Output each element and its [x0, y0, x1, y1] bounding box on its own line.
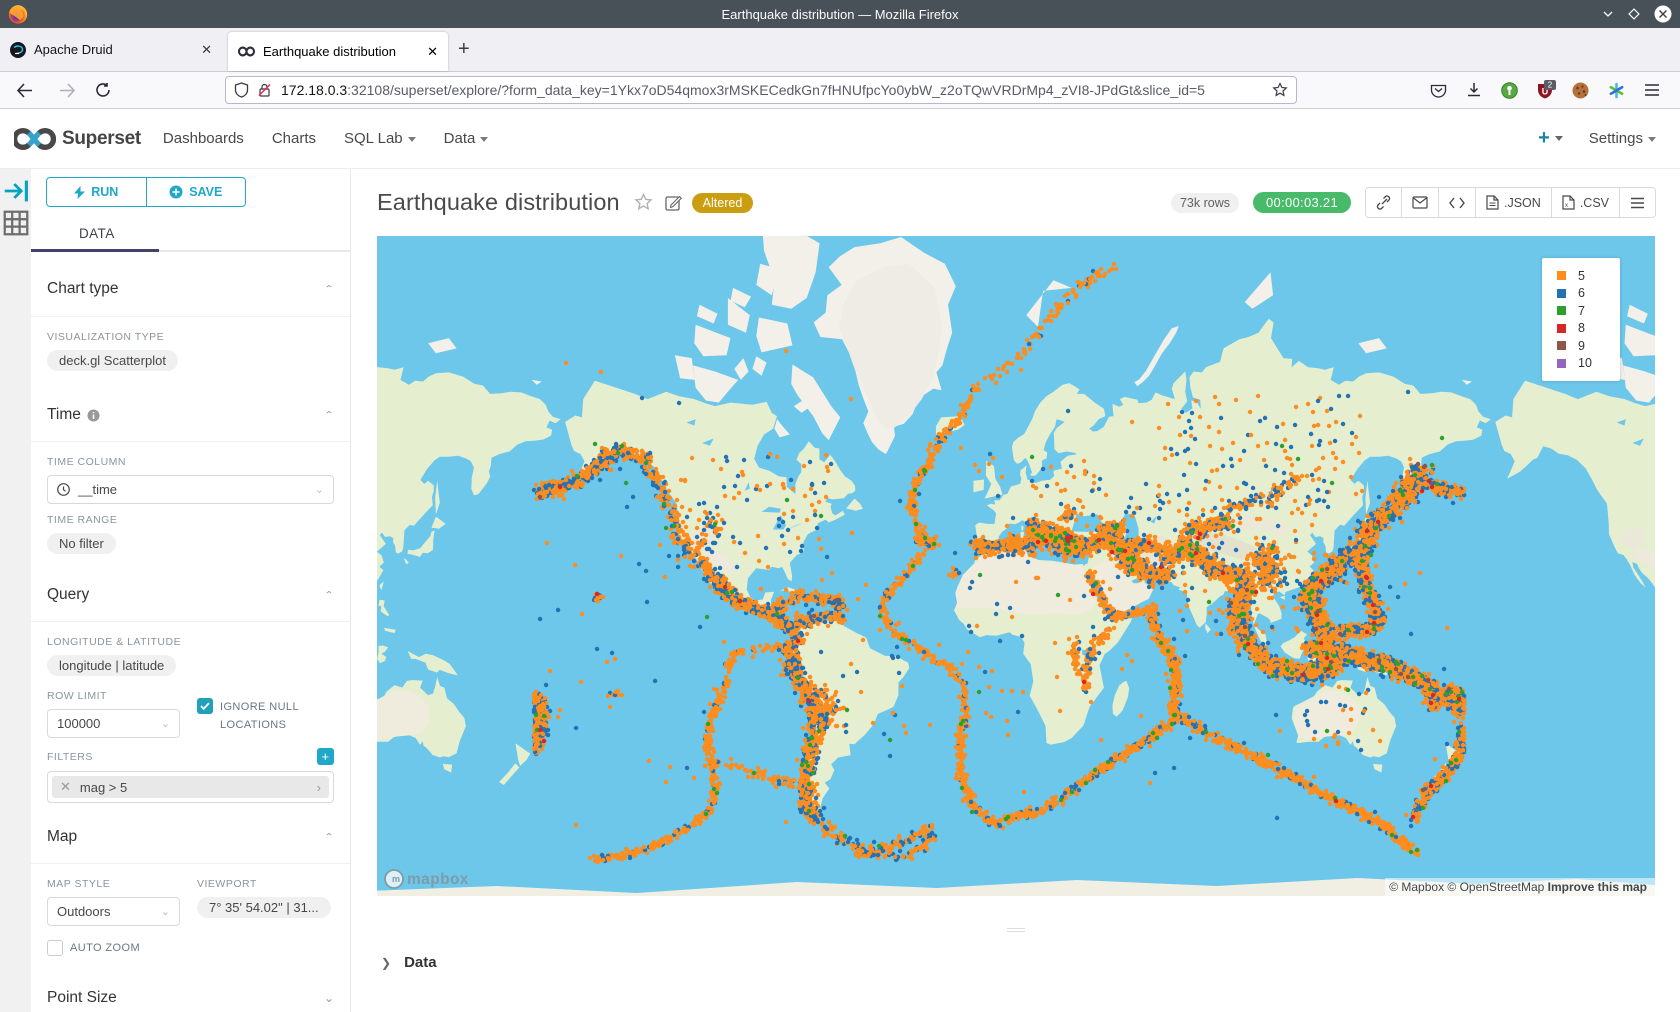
svg-text:2: 2	[1548, 80, 1553, 89]
svg-text:© Mapbox © OpenStreetMap Impro: © Mapbox © OpenStreetMap Improve this ma…	[1389, 880, 1647, 894]
svg-text:mapbox: mapbox	[407, 871, 469, 888]
svg-text:m: m	[392, 874, 400, 884]
svg-text:x: x	[1565, 203, 1568, 209]
